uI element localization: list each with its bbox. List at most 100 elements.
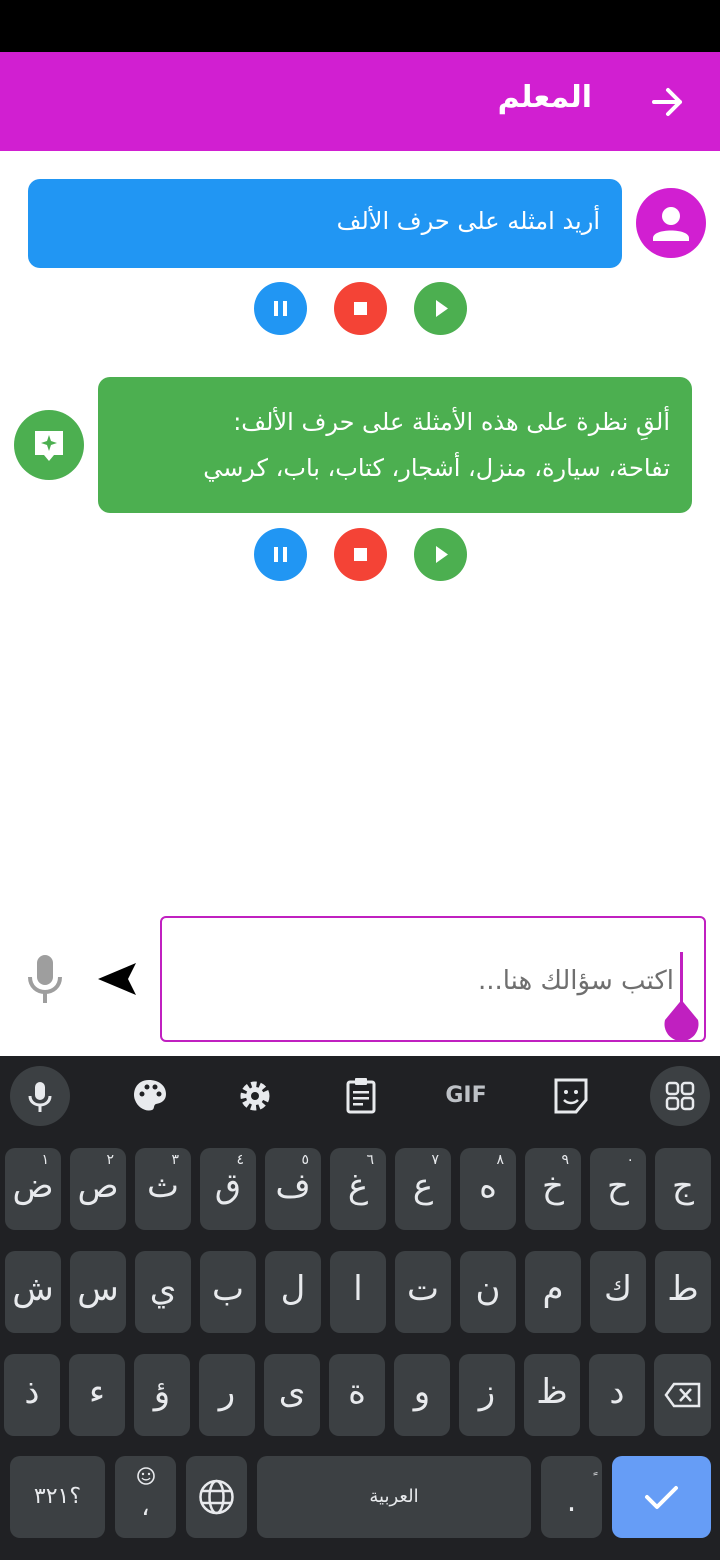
key-م[interactable]: م [525, 1251, 581, 1333]
key-hint: ٣ [171, 1152, 179, 1168]
back-button[interactable] [644, 82, 692, 122]
key-ذ[interactable]: ذ [4, 1354, 60, 1436]
key-ض[interactable]: ض١ [5, 1148, 61, 1230]
palette-icon [134, 1080, 166, 1111]
key-ع[interactable]: ع٧ [395, 1148, 451, 1230]
key-label: ع [412, 1166, 434, 1206]
language-key[interactable] [186, 1456, 247, 1538]
question-input[interactable]: اكتب سؤالك هنا... [160, 916, 706, 1042]
sparkle-chat-icon [35, 431, 63, 461]
app-bar: المعلم [0, 52, 720, 151]
key-label: خ [542, 1166, 564, 1206]
key-label: ب [211, 1269, 244, 1309]
key-hint: ١ [41, 1152, 49, 1168]
key-label: ذ [24, 1372, 40, 1412]
key-label: ى [278, 1372, 306, 1412]
period-key-label: . [566, 1484, 577, 1519]
key-ي[interactable]: ي [135, 1251, 191, 1333]
chat-area: أريد امثله على حرف الألف ألقِ نظرة على ه… [0, 151, 720, 911]
key-label: ج [672, 1166, 694, 1206]
settings-button[interactable] [228, 1066, 282, 1126]
clipboard-button[interactable] [334, 1066, 388, 1126]
key-ى[interactable]: ى [264, 1354, 320, 1436]
key-label: ش [12, 1269, 54, 1309]
key-label: ف [275, 1166, 311, 1206]
done-key[interactable] [612, 1456, 711, 1538]
space-key[interactable]: العربية [257, 1456, 531, 1538]
play-button[interactable] [414, 282, 467, 335]
pause-button[interactable] [254, 528, 307, 581]
key-label: ص [77, 1166, 119, 1206]
question-input-placeholder: اكتب سؤالك هنا... [477, 966, 674, 996]
key-ت[interactable]: ت [395, 1251, 451, 1333]
play-icon [436, 300, 448, 317]
play-button[interactable] [414, 528, 467, 581]
key-خ[interactable]: خ٩ [525, 1148, 581, 1230]
person-icon [653, 207, 689, 241]
key-ء[interactable]: ء [69, 1354, 125, 1436]
key-ح[interactable]: ح٠ [590, 1148, 646, 1230]
key-ا[interactable]: ا [330, 1251, 386, 1333]
key-ك[interactable]: ك [590, 1251, 646, 1333]
stop-button[interactable] [334, 282, 387, 335]
key-د[interactable]: د [589, 1354, 645, 1436]
key-ق[interactable]: ق٤ [200, 1148, 256, 1230]
mic-icon [28, 1082, 52, 1112]
stop-button[interactable] [334, 528, 387, 581]
key-س[interactable]: س [70, 1251, 126, 1333]
backspace-key[interactable] [654, 1354, 711, 1436]
period-key[interactable]: ٍ . [541, 1456, 602, 1538]
key-ث[interactable]: ث٣ [135, 1148, 191, 1230]
pause-icon [274, 547, 287, 562]
key-ه[interactable]: ه٨ [460, 1148, 516, 1230]
voice-input-button[interactable] [20, 949, 70, 1009]
key-label: ر [218, 1372, 236, 1412]
comma-key[interactable]: ، [115, 1456, 176, 1538]
clipboard-icon [346, 1078, 376, 1114]
key-ط[interactable]: ط [655, 1251, 711, 1333]
key-ج[interactable]: ج [655, 1148, 711, 1230]
key-و[interactable]: و [394, 1354, 450, 1436]
key-ف[interactable]: ف٥ [265, 1148, 321, 1230]
sticker-button[interactable] [544, 1066, 598, 1126]
key-label: د [609, 1372, 625, 1412]
key-ل[interactable]: ل [265, 1251, 321, 1333]
key-ش[interactable]: ش [5, 1251, 61, 1333]
numbers-key[interactable]: ؟٣٢١ [10, 1456, 105, 1538]
key-ظ[interactable]: ظ [524, 1354, 580, 1436]
mic-icon [28, 955, 62, 1003]
key-hint: ٠ [626, 1152, 634, 1168]
pause-button[interactable] [254, 282, 307, 335]
key-label: ا [353, 1269, 363, 1309]
arrow-forward-icon [652, 88, 682, 116]
key-ة[interactable]: ة [329, 1354, 385, 1436]
key-ر[interactable]: ر [199, 1354, 255, 1436]
text-cursor-handle[interactable] [662, 950, 702, 1042]
key-ز[interactable]: ز [459, 1354, 515, 1436]
stop-icon [354, 302, 367, 315]
theme-button[interactable] [122, 1066, 176, 1126]
backspace-icon [664, 1382, 701, 1408]
globe-icon [199, 1479, 234, 1515]
grid-icon [665, 1081, 695, 1111]
send-button[interactable] [96, 961, 138, 997]
key-label: ط [667, 1269, 699, 1309]
key-hint: ٩ [561, 1152, 569, 1168]
key-ص[interactable]: ص٢ [70, 1148, 126, 1230]
gif-button[interactable]: GIF [436, 1066, 496, 1126]
key-ؤ[interactable]: ؤ [134, 1354, 190, 1436]
key-label: ق [214, 1166, 242, 1206]
key-ن[interactable]: ن [460, 1251, 516, 1333]
assistant-message-line-2: تفاحة، سيارة، منزل، أشجار، كتاب، باب، كر… [203, 454, 670, 482]
key-hint: ٤ [236, 1152, 244, 1168]
key-hint: ٨ [496, 1152, 504, 1168]
key-hint: ٥ [301, 1152, 309, 1168]
key-label: ث [146, 1166, 179, 1206]
keyboard: GIF جح٠خ٩ه٨ع٧غ٦ف٥ق٤ث٣ص٢ض١طكمنتالبيسشدظزو… [0, 1056, 720, 1560]
key-غ[interactable]: غ٦ [330, 1148, 386, 1230]
more-tools-button[interactable] [650, 1066, 710, 1126]
user-message: أريد امثله على حرف الألف [28, 179, 622, 268]
keyboard-voice-button[interactable] [10, 1066, 70, 1126]
key-ب[interactable]: ب [200, 1251, 256, 1333]
key-label: و [413, 1372, 431, 1412]
